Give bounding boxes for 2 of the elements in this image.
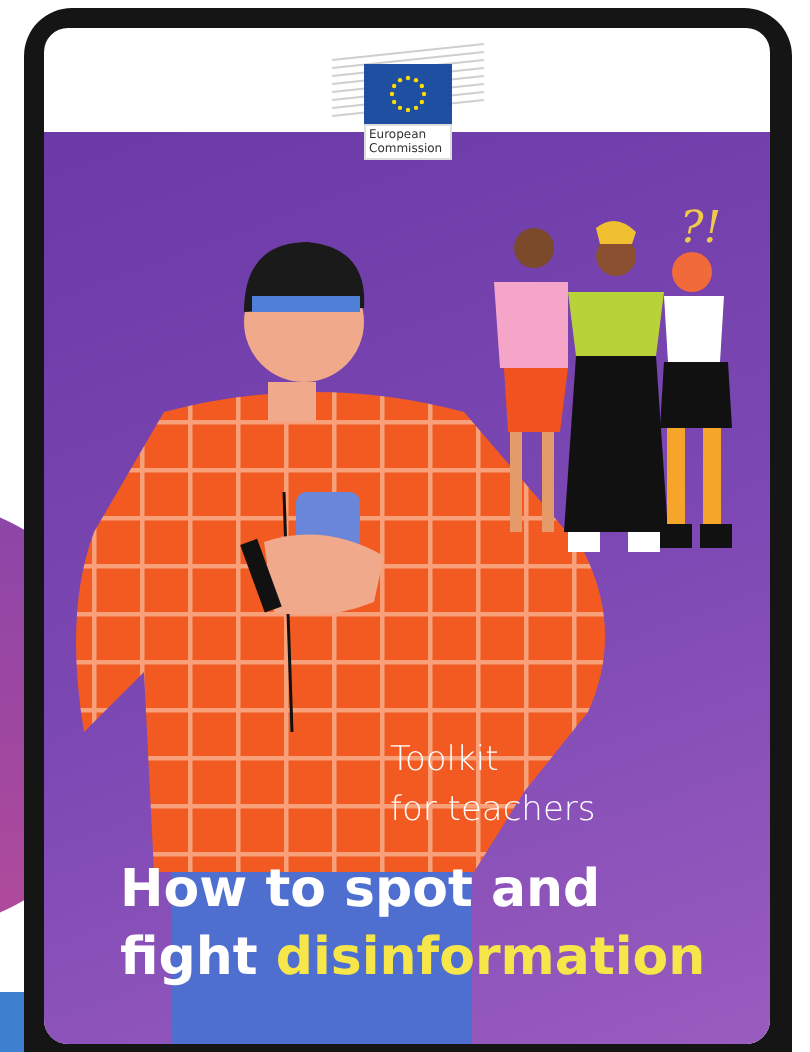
cover-title: How to spot and fight disinformation	[120, 858, 708, 992]
exclamation-text: ?!	[680, 204, 722, 254]
